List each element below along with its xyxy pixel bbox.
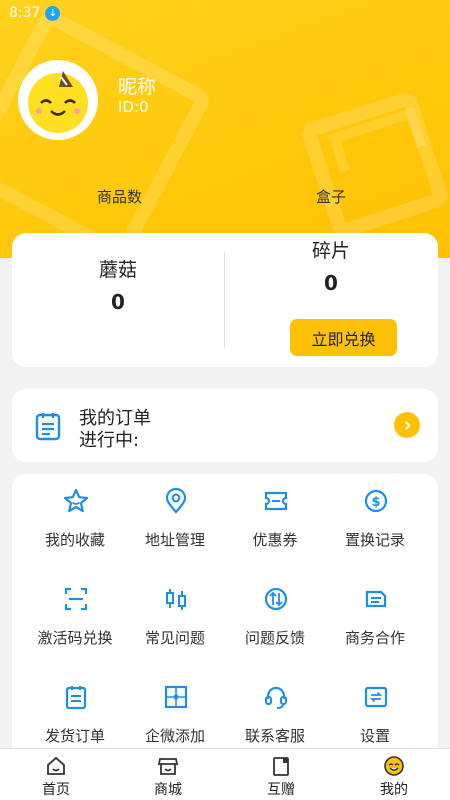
menu-label: 联系客服	[244, 727, 305, 745]
menu-item-shipping-orders[interactable]: 发货订单	[25, 670, 125, 750]
tab-home[interactable]: 首页	[0, 749, 112, 800]
menu-item-wecom-add[interactable]: 企微添加	[125, 670, 225, 750]
order-clipboard-icon	[35, 413, 61, 441]
shop-icon	[157, 758, 179, 775]
box-count-label[interactable]: 盒子	[316, 186, 346, 207]
download-icon: ↓	[45, 5, 61, 21]
status-time: 8:37	[9, 5, 41, 21]
menu-item-address[interactable]: 地址管理	[125, 474, 225, 554]
menu-item-business[interactable]: 商务合作	[325, 572, 425, 652]
wecom-add-icon	[164, 685, 188, 709]
tab-label: 商城	[154, 782, 182, 798]
business-icon	[365, 590, 387, 608]
bottom-tab-bar: 首页 商城 互赠 我的	[0, 748, 450, 800]
fragment-points: 碎片 0 立即兑换	[224, 233, 438, 367]
menu-label: 常见问题	[144, 629, 205, 647]
menu-label: 置换记录	[344, 531, 405, 549]
mushroom-label: 蘑菇	[98, 259, 137, 281]
star-icon	[63, 488, 89, 513]
menu-label: 优惠券	[252, 531, 298, 549]
tab-profile[interactable]: 我的	[338, 749, 450, 800]
avatar[interactable]	[18, 60, 98, 140]
menu-item-settings[interactable]: 设置	[325, 670, 425, 750]
orders-in-progress: 进行中:	[79, 430, 140, 451]
svg-text:$: $	[371, 495, 380, 510]
chevron-right-icon[interactable]	[394, 412, 420, 438]
home-icon	[47, 756, 65, 775]
profile-icon	[384, 756, 404, 776]
shipping-order-icon	[65, 686, 87, 710]
menu-label: 问题反馈	[244, 629, 305, 647]
gift-exchange-icon	[273, 757, 289, 776]
menu-item-favorites[interactable]: 我的收藏	[25, 474, 125, 554]
fragment-label: 碎片	[311, 240, 350, 262]
menu-item-faq[interactable]: 常见问题	[125, 572, 225, 652]
mushroom-points[interactable]: 蘑菇 0	[12, 233, 224, 367]
redeem-now-button[interactable]: 立即兑换	[290, 319, 397, 356]
coupon-icon	[264, 491, 288, 511]
menu-label: 企微添加	[144, 727, 205, 745]
mushroom-value: 0	[111, 290, 125, 314]
feedback-icon	[264, 587, 288, 611]
menu-item-activation-code[interactable]: 激活码兑换	[25, 572, 125, 652]
menu-label: 我的收藏	[44, 531, 105, 549]
tab-shop[interactable]: 商城	[112, 749, 224, 800]
points-card: 蘑菇 0 碎片 0 立即兑换	[12, 233, 438, 367]
location-pin-icon	[165, 488, 187, 514]
scan-code-icon	[64, 587, 88, 611]
nickname: 昵称	[118, 76, 157, 98]
menu-label: 商务合作	[344, 629, 405, 647]
menu-label: 地址管理	[144, 531, 205, 549]
fragment-value: 0	[324, 271, 338, 295]
settings-icon	[364, 686, 388, 708]
decorative-box-shape	[299, 89, 450, 241]
tab-gift-exchange[interactable]: 互赠	[225, 749, 337, 800]
user-id: ID:0	[118, 98, 149, 116]
mascot-avatar-icon	[28, 71, 88, 133]
my-orders-card[interactable]: 我的订单 进行中:	[12, 389, 438, 462]
menu-item-customer-service[interactable]: 联系客服	[225, 670, 325, 750]
tab-label: 互赠	[267, 782, 295, 798]
feature-menu-grid: 我的收藏 地址管理 优惠券 $ 置换记录 激活码兑换 常见问题 问题反馈 商务合…	[12, 474, 438, 774]
menu-item-coupons[interactable]: 优惠券	[225, 474, 325, 554]
goods-count-label[interactable]: 商品数	[97, 186, 142, 207]
headset-icon	[265, 686, 287, 709]
menu-item-exchange-record[interactable]: $ 置换记录	[325, 474, 425, 554]
tab-label: 我的	[380, 782, 408, 798]
menu-label: 设置	[359, 727, 390, 745]
menu-item-feedback[interactable]: 问题反馈	[225, 572, 325, 652]
status-bar: 8:37 ↓	[0, 0, 450, 26]
faq-icon	[166, 589, 186, 610]
menu-label: 激活码兑换	[37, 629, 113, 647]
exchange-record-icon: $	[364, 489, 388, 513]
menu-label: 发货订单	[44, 727, 105, 745]
tab-label: 首页	[42, 782, 70, 798]
